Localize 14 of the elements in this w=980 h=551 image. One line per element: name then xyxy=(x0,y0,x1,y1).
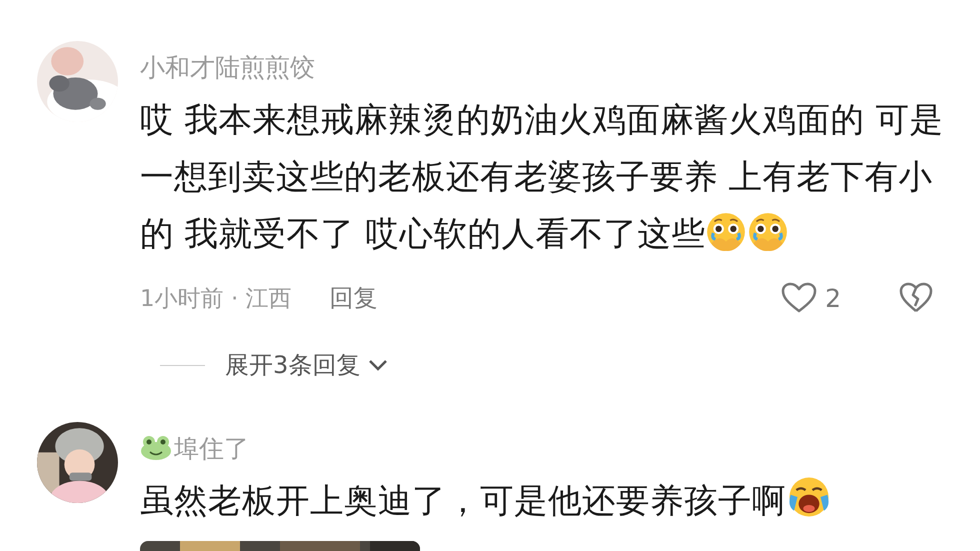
like-count: 2 xyxy=(825,284,841,312)
comment-text: 哎 我本来想戒麻辣烫的奶油火鸡面麻酱火鸡面的 可是一想到卖这些的老板还有老婆孩子要养 上有老下有小的 我就受不了 哎心软的人看不了这些 xyxy=(140,99,944,255)
comment-time: 1小时前 · 江西 xyxy=(140,284,292,314)
frog-icon xyxy=(140,435,172,461)
broken-heart-icon[interactable] xyxy=(899,282,933,314)
expand-replies-button[interactable]: 展开3条回复 xyxy=(225,350,388,380)
crying-emoji-icon xyxy=(747,211,790,253)
crying-emoji-icon xyxy=(705,211,748,253)
chevron-down-icon xyxy=(368,359,388,371)
user-name[interactable]: 小和才陆煎煎饺 xyxy=(140,50,315,84)
reply-button[interactable]: 回复 xyxy=(330,282,378,314)
user-name[interactable]: 埠住了 xyxy=(174,432,249,464)
comment-text: 虽然老板开上奥迪了，可是他还要养孩子啊 xyxy=(140,472,945,529)
heart-icon[interactable] xyxy=(781,282,818,314)
